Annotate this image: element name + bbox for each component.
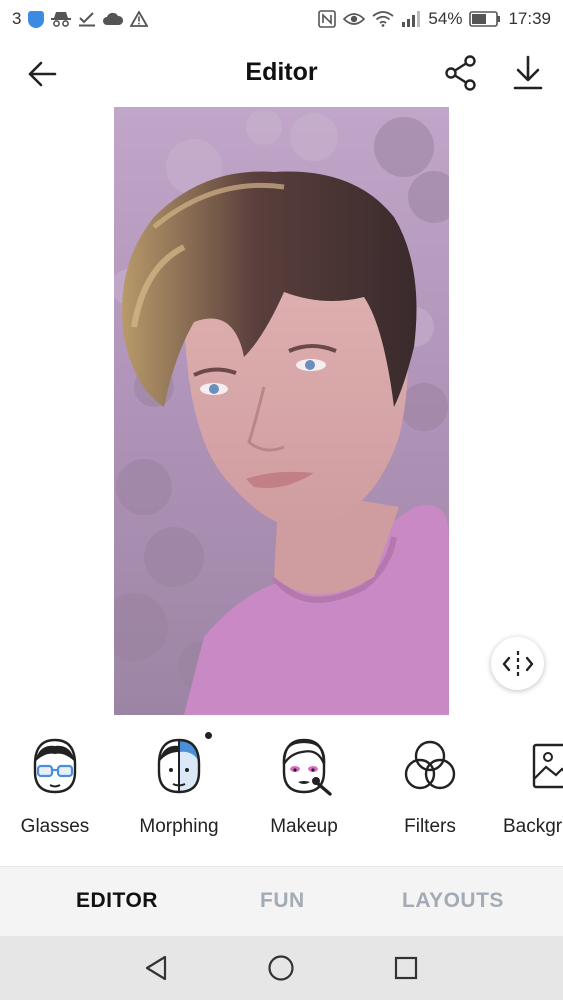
tool-label: Backgr (503, 816, 563, 837)
filters-icon (398, 734, 462, 798)
tab-layouts[interactable]: LAYOUTS (402, 889, 504, 913)
clock: 17:39 (508, 9, 551, 28)
share-icon (445, 55, 476, 91)
home-circle-icon (268, 955, 294, 981)
status-left: 3 (12, 9, 149, 29)
background-image-icon (528, 734, 563, 798)
shield-icon (28, 10, 45, 28)
battery-percent: 54% (428, 9, 463, 28)
makeup-face-icon (272, 734, 336, 798)
system-nav-bar (0, 936, 563, 1000)
cloud-icon (103, 12, 124, 26)
status-bar: 3 54% 17:39 (0, 0, 563, 38)
warning-icon (130, 11, 149, 27)
bottom-tab-bar: EDITOR FUN LAYOUTS (0, 866, 563, 936)
compare-icon (502, 650, 533, 677)
notification-count: 3 (12, 9, 22, 28)
tool-morphing[interactable]: Morphing (124, 726, 234, 856)
system-recents-button[interactable] (386, 950, 426, 986)
battery-icon (469, 11, 501, 27)
system-back-button[interactable] (136, 950, 176, 986)
eye-icon (343, 11, 366, 27)
download-button[interactable] (506, 52, 550, 94)
new-indicator-dot (205, 732, 212, 739)
recents-square-icon (394, 956, 418, 980)
check-download-icon (78, 11, 96, 27)
tool-label: Glasses (20, 816, 90, 837)
tools-row: Glasses Morphing Makeup Filters Backgr (0, 726, 563, 866)
download-icon (513, 55, 543, 90)
wifi-icon (372, 11, 394, 27)
morphing-face-icon (147, 732, 212, 798)
app-header: Editor (0, 38, 563, 108)
edited-photo[interactable] (114, 107, 449, 715)
tool-makeup[interactable]: Makeup (249, 726, 359, 856)
system-home-button[interactable] (261, 950, 301, 986)
back-triangle-icon (145, 955, 167, 981)
tool-label: Filters (404, 816, 456, 837)
tool-background[interactable]: Backgr (492, 726, 563, 856)
share-button[interactable] (440, 52, 482, 94)
status-right: 54% 17:39 (318, 9, 551, 29)
nfc-icon (318, 10, 337, 28)
tab-fun[interactable]: FUN (260, 889, 305, 913)
portrait-image (114, 107, 449, 715)
signal-icon (401, 11, 421, 27)
glasses-face-icon (23, 734, 87, 798)
tool-filters[interactable]: Filters (375, 726, 485, 856)
tool-glasses[interactable]: Glasses (0, 726, 110, 856)
tool-label: Morphing (139, 816, 219, 837)
tab-editor[interactable]: EDITOR (76, 889, 158, 913)
tool-label: Makeup (270, 816, 338, 837)
compare-button[interactable] (491, 637, 544, 690)
incognito-icon (51, 11, 72, 27)
